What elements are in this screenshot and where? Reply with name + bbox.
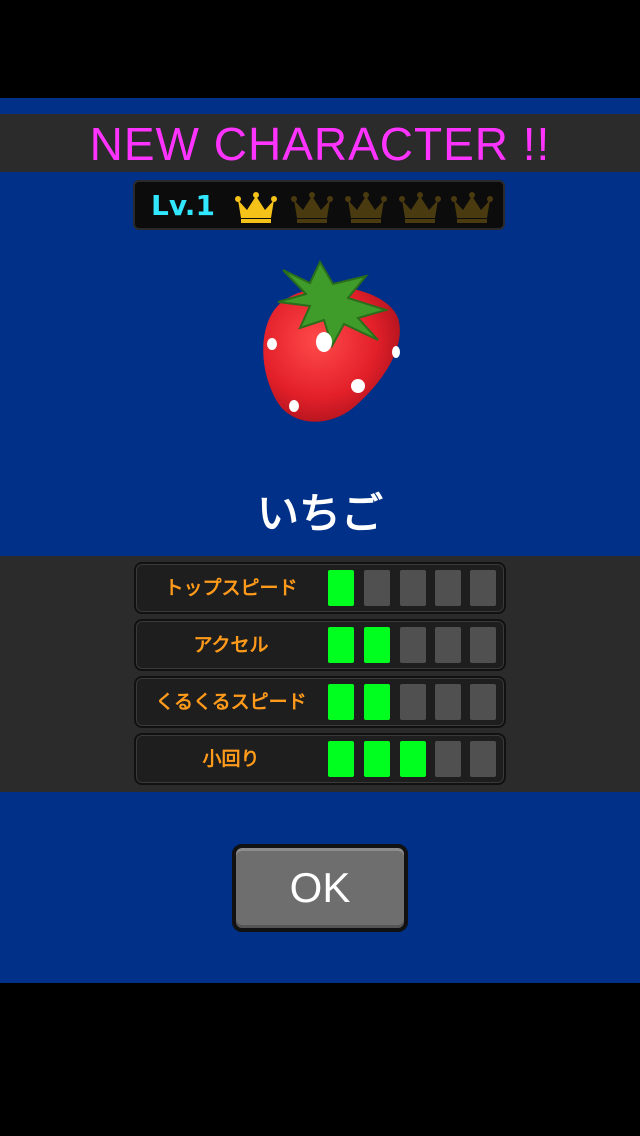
crown-empty-icon: [399, 192, 441, 223]
stat-bar-filled: [364, 741, 390, 777]
stat-bar-filled: [328, 570, 354, 606]
stat-bar-filled: [364, 627, 390, 663]
character-name: いちご: [256, 489, 383, 538]
level-box: Lv.1: [133, 180, 505, 230]
stat-label: アクセル: [193, 634, 269, 656]
stat-bar-empty: [364, 570, 390, 606]
new-character-title: NEW CHARACTER !!: [89, 118, 551, 170]
stat-bar-empty: [470, 570, 496, 606]
level-label: Lv.1: [151, 189, 215, 222]
crown-empty-icon: [291, 192, 333, 223]
crown-earned-icon: [235, 192, 277, 223]
stat-bar-empty: [400, 570, 426, 606]
game-screen: NEW CHARACTER !! Lv.1 いちご トップスピード アクセルくるく…: [0, 0, 640, 1136]
stat-row: アクセル: [134, 619, 506, 671]
ok-button[interactable]: OK: [232, 844, 408, 932]
stat-bar-empty: [400, 684, 426, 720]
stat-row: 小回り: [134, 733, 506, 785]
stat-row: トップスピード: [134, 562, 506, 614]
stat-bar-filled: [328, 627, 354, 663]
crown-empty-icon: [345, 192, 387, 223]
stat-bar-empty: [470, 627, 496, 663]
title-band: NEW CHARACTER !!: [0, 114, 640, 172]
stat-bar-empty: [470, 684, 496, 720]
crown-empty-icon: [451, 192, 493, 223]
stat-bar-filled: [400, 741, 426, 777]
stat-row: くるくるスピード: [134, 676, 506, 728]
stat-bar-empty: [435, 570, 461, 606]
stat-label: くるくるスピード: [155, 691, 307, 713]
stat-bar-filled: [328, 684, 354, 720]
stat-label: トップスピード: [164, 577, 298, 599]
stat-bar-empty: [435, 684, 461, 720]
stat-bar-filled: [364, 684, 390, 720]
stats-band: トップスピード アクセルくるくるスピード 小回り: [0, 556, 640, 792]
strawberry-icon: [263, 259, 400, 422]
stat-label: 小回り: [202, 748, 260, 770]
ok-button-label: OK: [289, 864, 351, 911]
stat-bar-empty: [400, 627, 426, 663]
stat-bar-empty: [470, 741, 496, 777]
stat-bar-empty: [435, 627, 461, 663]
stat-bar-filled: [328, 741, 354, 777]
stat-bar-empty: [435, 741, 461, 777]
